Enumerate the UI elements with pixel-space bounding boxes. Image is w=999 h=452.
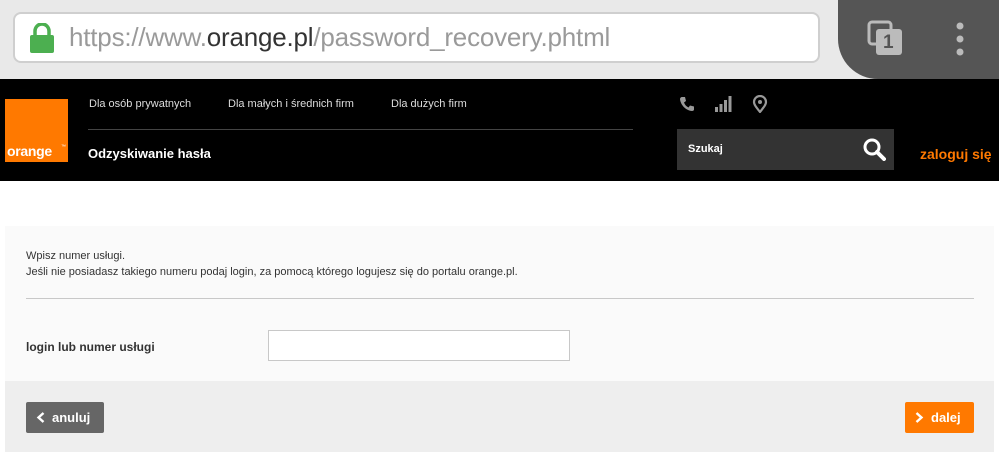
search-box[interactable]: Szukaj: [677, 129, 894, 170]
header-divider: [88, 129, 633, 130]
more-vert-icon[interactable]: [949, 20, 971, 58]
tab-switcher-area: [838, 0, 999, 79]
login-input[interactable]: [268, 330, 570, 361]
nav-large-business[interactable]: Dla dużych firm: [391, 98, 467, 110]
cancel-button[interactable]: anuluj: [26, 402, 104, 433]
chevron-right-icon: [915, 412, 924, 423]
signal-icon[interactable]: [714, 95, 732, 113]
search-input[interactable]: Szukaj: [688, 143, 723, 155]
page-title: Odzyskiwanie hasła: [88, 146, 211, 161]
nav-private-customers[interactable]: Dla osób prywatnych: [89, 98, 191, 110]
nav-small-business[interactable]: Dla małych i średnich firm: [228, 98, 354, 110]
chevron-left-icon: [36, 412, 45, 423]
url-text: https://www.orange.pl/password_recovery.…: [69, 22, 611, 52]
tabs-button[interactable]: 1: [866, 19, 906, 59]
instruction-line-1: Wpisz numer usługi.: [26, 250, 126, 262]
browser-toolbar: https://www.orange.pl/password_recovery.…: [0, 0, 999, 79]
search-icon[interactable]: [863, 138, 886, 161]
form-actions-bar: [5, 381, 994, 452]
next-button[interactable]: dalej: [905, 402, 974, 433]
login-field-label: login lub numer usługi: [26, 340, 155, 354]
location-icon[interactable]: [751, 95, 769, 113]
tab-count: 1: [883, 32, 894, 53]
lock-icon: [30, 23, 54, 53]
phone-icon[interactable]: [678, 95, 696, 113]
instruction-line-2: Jeśli nie posiadasz takiego numeru podaj…: [26, 266, 518, 278]
orange-logo[interactable]: orange ™: [5, 99, 68, 162]
instructions: Wpisz numer usługi. Jeśli nie posiadasz …: [26, 248, 518, 280]
form-divider: [26, 298, 974, 299]
address-bar[interactable]: https://www.orange.pl/password_recovery.…: [13, 12, 820, 63]
site-header: orange ™ Dla osób prywatnych Dla małych …: [0, 79, 999, 181]
login-link[interactable]: zaloguj się: [920, 146, 992, 162]
